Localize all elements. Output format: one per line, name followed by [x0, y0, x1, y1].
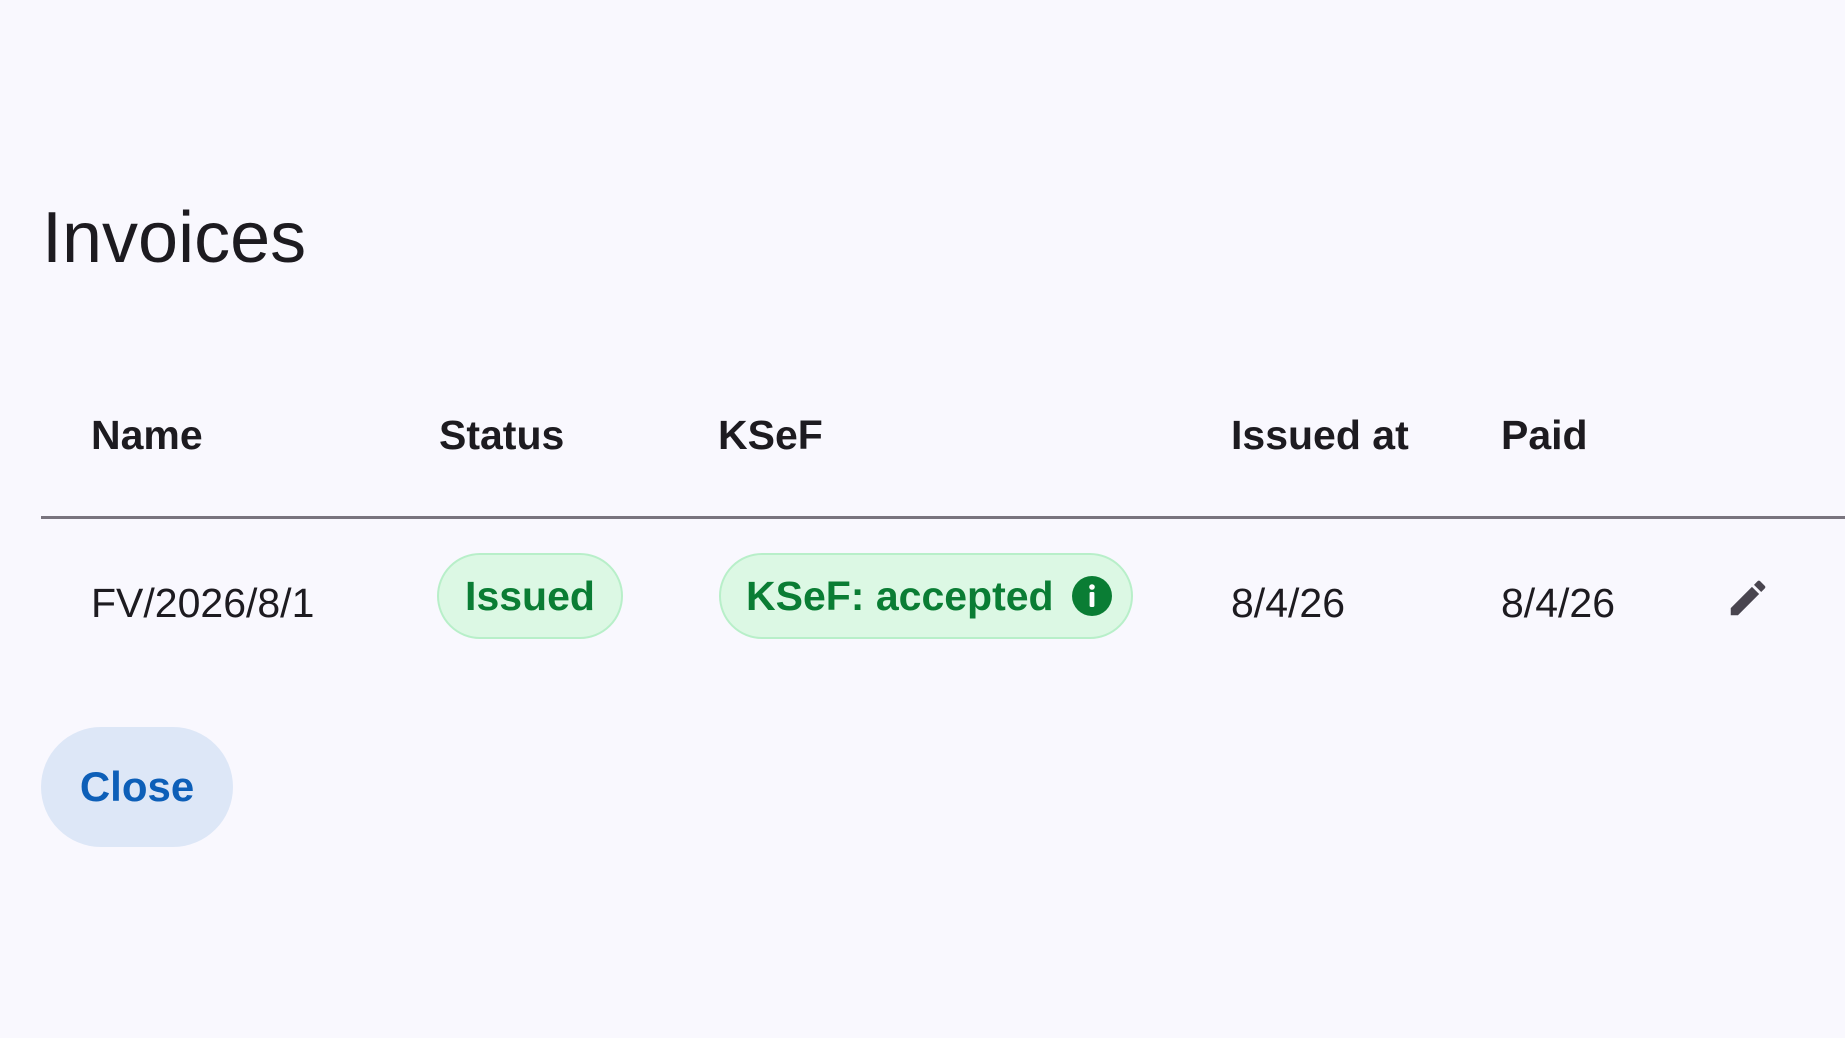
paid-date: 8/4/26	[1501, 580, 1615, 626]
table-row[interactable]: FV/2026/8/1 Issued KSeF: accepted 8/4/26…	[41, 519, 1845, 697]
column-header-status: Status	[439, 412, 565, 458]
ksef-status-label: KSeF: accepted	[746, 572, 1054, 619]
dialog-title: Invoices	[42, 198, 307, 278]
issued-at-date: 8/4/26	[1231, 580, 1345, 626]
info-icon[interactable]	[1071, 576, 1112, 616]
status-badge-label: Issued	[465, 572, 595, 619]
column-header-paid: Paid	[1501, 412, 1588, 458]
invoices-dialog: Invoices Name Status KSeF Issued at Paid…	[0, 0, 1845, 1038]
ksef-status-badge[interactable]: KSeF: accepted	[719, 553, 1133, 639]
edit-icon[interactable]	[1725, 575, 1771, 621]
table-header-row: Name Status KSeF Issued at Paid	[41, 376, 1845, 519]
close-button[interactable]: Close	[41, 727, 233, 847]
column-header-name: Name	[91, 412, 203, 458]
column-header-issued-at: Issued at	[1231, 412, 1409, 458]
invoices-table: Name Status KSeF Issued at Paid FV/2026/…	[41, 376, 1845, 697]
invoice-name: FV/2026/8/1	[91, 580, 315, 626]
column-header-ksef: KSeF	[718, 412, 823, 458]
status-badge[interactable]: Issued	[437, 553, 623, 639]
